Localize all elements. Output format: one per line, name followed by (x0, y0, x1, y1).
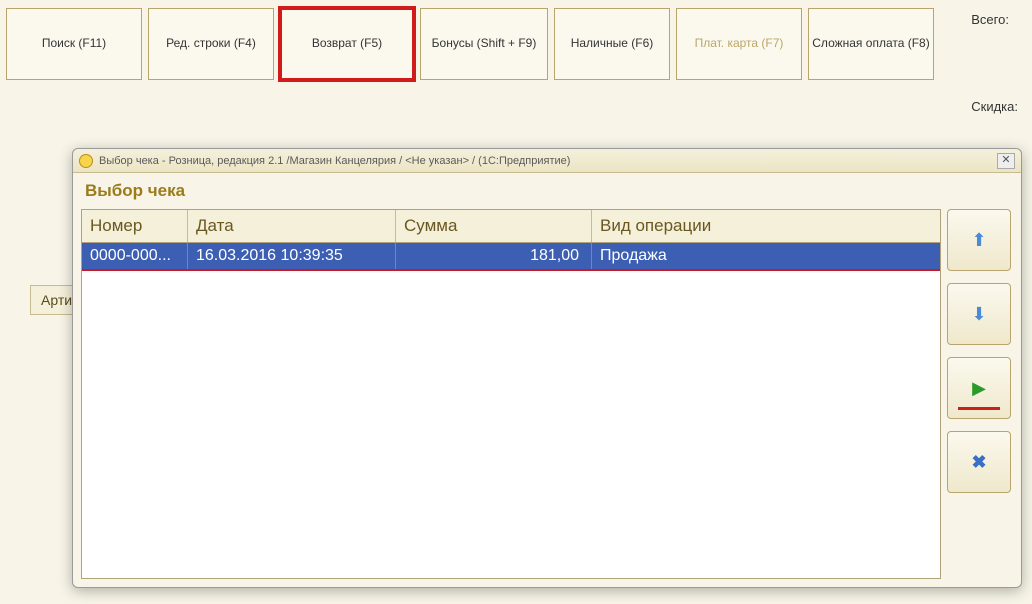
bonus-button[interactable]: Бонусы (Shift + F9) (420, 8, 548, 80)
cell-date: 16.03.2016 10:39:35 (188, 243, 396, 269)
card-button[interactable]: Плат. карта (F7) (676, 8, 802, 80)
play-icon: ▶ (972, 378, 986, 399)
main-toolbar: Поиск (F11) Ред. строки (F4) Возврат (F5… (0, 0, 1032, 122)
scroll-down-button[interactable]: ⬇ (947, 283, 1011, 345)
arrow-down-icon: ⬇ (971, 304, 986, 325)
cell-operation: Продажа (592, 243, 940, 269)
edit-line-button[interactable]: Ред. строки (F4) (148, 8, 274, 80)
dialog-main: Выбор чека Номер Дата Сумма Вид операции… (81, 179, 941, 579)
arrow-up-icon: ⬆ (971, 230, 986, 251)
col-operation[interactable]: Вид операции (592, 210, 940, 242)
dialog-heading: Выбор чека (81, 179, 941, 209)
underline-accent (958, 407, 1000, 410)
table-row[interactable]: 0000-000... 16.03.2016 10:39:35 181,00 П… (82, 243, 940, 271)
close-icon[interactable]: ✕ (997, 153, 1015, 169)
totals-labels: Всего: Скидка: (971, 8, 1026, 114)
app-icon (79, 154, 93, 168)
cell-sum: 181,00 (396, 243, 592, 269)
receipt-grid[interactable]: Номер Дата Сумма Вид операции 0000-000..… (81, 209, 941, 579)
dialog-title-text: Выбор чека - Розница, редакция 2.1 /Мага… (99, 155, 570, 167)
col-number[interactable]: Номер (82, 210, 188, 242)
cell-number: 0000-000... (82, 243, 188, 269)
dialog-body: Выбор чека Номер Дата Сумма Вид операции… (73, 173, 1021, 587)
return-button[interactable]: Возврат (F5) (280, 8, 414, 80)
search-button[interactable]: Поиск (F11) (6, 8, 142, 80)
complex-pay-button[interactable]: Сложная оплата (F8) (808, 8, 934, 80)
grid-header: Номер Дата Сумма Вид операции (82, 210, 940, 243)
cancel-button[interactable]: ✖ (947, 431, 1011, 493)
cash-button[interactable]: Наличные (F6) (554, 8, 670, 80)
side-buttons: ⬆ ⬇ ▶ ✖ (947, 179, 1013, 579)
select-receipt-dialog: Выбор чека - Розница, редакция 2.1 /Мага… (72, 148, 1022, 588)
dialog-titlebar: Выбор чека - Розница, редакция 2.1 /Мага… (73, 149, 1021, 173)
col-sum[interactable]: Сумма (396, 210, 592, 242)
discount-label: Скидка: (971, 99, 1018, 114)
col-date[interactable]: Дата (188, 210, 396, 242)
x-icon: ✖ (971, 452, 986, 473)
select-button[interactable]: ▶ (947, 357, 1011, 419)
total-label: Всего: (971, 12, 1018, 27)
scroll-up-button[interactable]: ⬆ (947, 209, 1011, 271)
